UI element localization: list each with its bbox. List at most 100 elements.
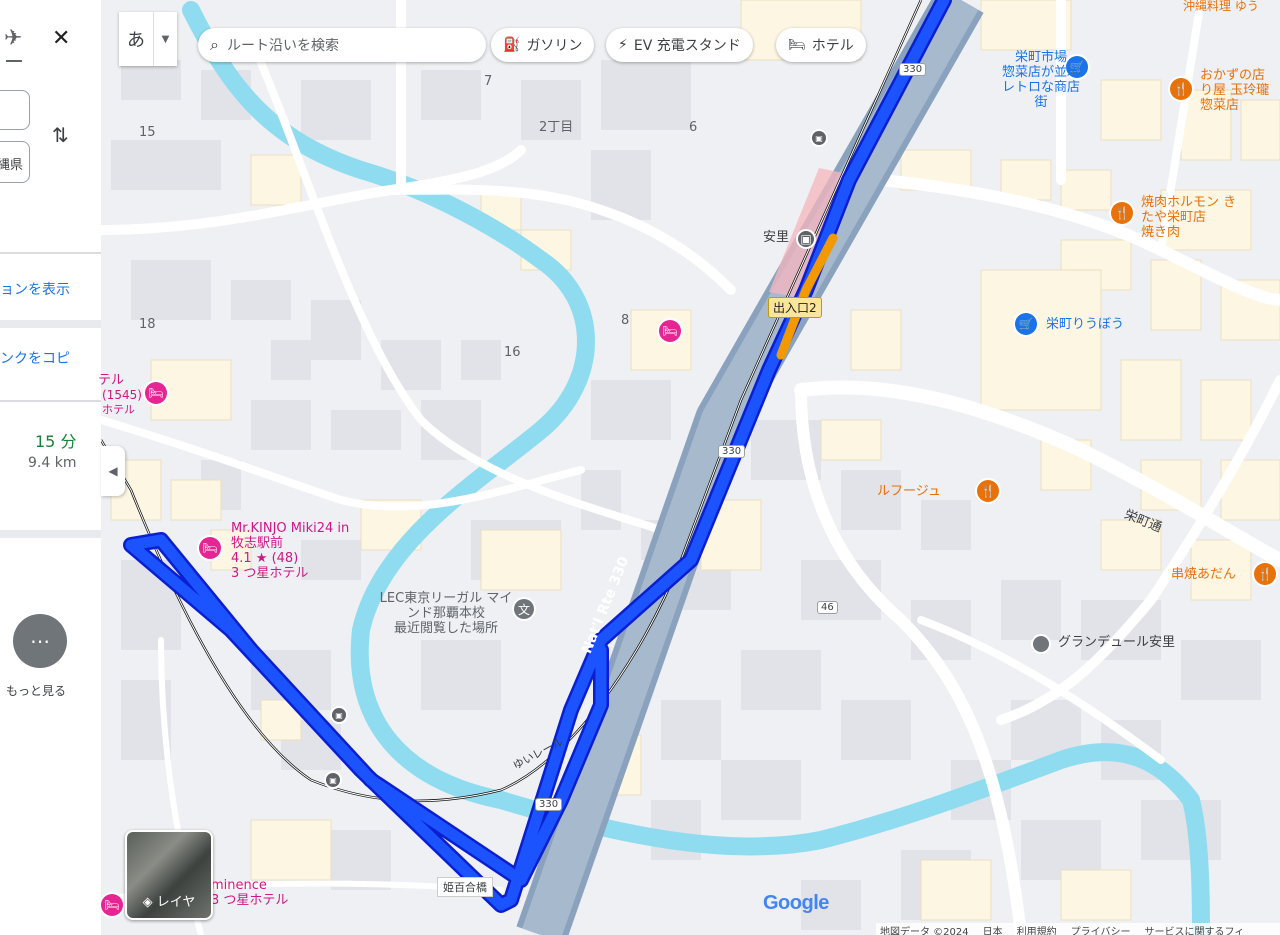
google-logo: Google (763, 892, 829, 914)
footer-country[interactable]: 日本 (983, 923, 1003, 935)
station-icon[interactable]: ▣ (798, 231, 814, 247)
poi-okazu-shop[interactable]: おかずの店 り屋 玉玲瓏 惣菜店 (1200, 68, 1280, 114)
chip-gas[interactable]: ⛽ ガソリン (491, 28, 595, 62)
route-shield: 46 (817, 601, 838, 614)
bed-icon: 🛏 (788, 37, 806, 53)
collapse-panel-button[interactable]: ◀ (101, 446, 125, 496)
route-duration: 15 分 (35, 432, 77, 451)
map-footer: 地図データ ©2024 日本 利用規約 プライバシー サービスに関するフィ (876, 923, 1280, 935)
directions-panel: ✈ ✕ 縄県 ⇅ ョンを表示 ンクをコピ 15 分 9.4 km ⋯ もっと見る (0, 0, 101, 935)
more-label[interactable]: もっと見る (6, 682, 66, 699)
poi-description: 焼き肉 (1141, 224, 1181, 240)
hotel-icon[interactable]: 🛏 (659, 320, 681, 342)
school-icon[interactable]: 文 (514, 599, 534, 619)
hotel-icon[interactable]: 🛏 (145, 382, 167, 404)
footer-terms-link[interactable]: 利用規約 (1017, 923, 1057, 935)
restaurant-icon[interactable]: 🍴 (1170, 78, 1192, 100)
restaurant-icon[interactable]: 🍴 (1111, 202, 1133, 224)
poi-sakaemachi-market[interactable]: 栄町市場 惣菜店が並ぶ レトロな商店街 (996, 50, 1086, 111)
show-directions-link[interactable]: ョンを表示 (0, 279, 70, 299)
shopping-icon[interactable]: 🛒 (1015, 313, 1037, 335)
poi-okinawa-ryori[interactable]: 沖縄料理 ゆう (1183, 0, 1259, 14)
restaurant-icon[interactable]: 🍴 (977, 480, 999, 502)
hotel-label-fragment[interactable]: ホテル (102, 403, 135, 417)
poi-name: 焼肉ホルモン きたや栄町店 (1141, 195, 1237, 225)
divider (0, 252, 101, 254)
hotel-label-fragment[interactable]: (1545) (102, 388, 142, 403)
poi-lec-naha[interactable]: LEC東京リーガル マインド那覇本校 最近閲覧した場所 (376, 591, 516, 637)
search-icon: ⌕ (210, 35, 219, 54)
chip-hotel[interactable]: 🛏 ホテル (776, 28, 866, 62)
block-number-label: 2丁目 (539, 120, 574, 135)
chevron-down-icon[interactable]: ▼ (154, 12, 177, 66)
mode-underline (6, 60, 22, 62)
block-number-label: 7 (484, 74, 493, 89)
map-canvas[interactable]: 7 2丁目 6 15 18 16 8 330 330 330 46 Nat'l … (101, 0, 1280, 935)
poi-sakaemachi-ryubo[interactable]: 栄町りうぼう (1046, 317, 1124, 333)
station-exit-label[interactable]: 出入口2 (768, 297, 822, 318)
swap-icon[interactable]: ⇅ (52, 123, 69, 147)
poi-name: おかずの店 り屋 玉玲瓏 (1200, 68, 1270, 98)
layer-toggle[interactable]: ◈ レイヤ (125, 830, 213, 920)
route-distance: 9.4 km (28, 455, 77, 471)
poi-name: LEC東京リーガル マインド那覇本校 (379, 591, 513, 621)
poi-mr-kinjo-hotel[interactable]: Mr.KINJO Miki24 in 牧志駅前 4.1 ★ (48) 3 つ星ホ… (231, 521, 351, 582)
divider (0, 320, 101, 328)
block-number-label: 6 (689, 120, 698, 135)
divider (0, 400, 101, 402)
chip-label: ガソリン (526, 38, 583, 54)
input-method-toggle[interactable]: あ ▼ (119, 12, 177, 66)
layer-label: ◈ レイヤ (142, 895, 196, 910)
gas-station-icon: ⛽ (503, 37, 521, 53)
chip-label: EV 充電スタンド (633, 38, 741, 54)
poi-category: 3 つ星ホテル (211, 892, 289, 908)
hotel-icon[interactable]: 🛏 (101, 894, 123, 916)
route-shield: 330 (899, 63, 927, 76)
block-number-label: 16 (504, 345, 521, 360)
poi-category: 3 つ星ホテル (231, 565, 309, 581)
ime-label: あ (119, 12, 154, 66)
poi-minence-hotel[interactable]: minence 3 つ星ホテル (211, 878, 289, 909)
route-shield: 330 (535, 798, 563, 811)
search-along-route[interactable]: ⌕ ルート沿いを検索 (198, 28, 486, 62)
chip-label: ホテル (811, 38, 854, 54)
poi-lefuge[interactable]: ルフージュ (877, 484, 941, 500)
block-number-label: 15 (139, 125, 156, 140)
hotel-label-fragment[interactable]: テル (98, 373, 124, 389)
bus-stop-icon[interactable]: ▣ (332, 708, 346, 722)
poi-kushiyaki-adan[interactable]: 串焼あだん (1171, 567, 1236, 583)
poi-description: 惣菜店 (1200, 97, 1240, 113)
poi-name: minence (211, 878, 267, 893)
airplane-icon[interactable]: ✈ (4, 26, 22, 51)
poi-description: 惣菜店が並ぶ レトロな商店街 (1001, 64, 1080, 110)
search-input[interactable]: ルート沿いを検索 (227, 35, 339, 55)
poi-grandeur-asato[interactable]: グランデュール安里 (1058, 635, 1175, 651)
poi-kitaya-yakiniku[interactable]: 焼肉ホルモン きたや栄町店 焼き肉 (1141, 195, 1241, 241)
close-icon[interactable]: ✕ (52, 26, 70, 51)
ev-charger-icon: ⚡ (618, 37, 628, 53)
layers-icon: ◈ (142, 895, 157, 910)
route-shield: 330 (718, 445, 746, 458)
map-graphics (101, 0, 1280, 935)
poi-name: 栄町市場 (1014, 50, 1067, 65)
copy-link-button[interactable]: ンクをコピ (0, 348, 70, 368)
destination-field[interactable]: 縄県 (0, 141, 30, 183)
poi-description: 最近閲覧した場所 (393, 620, 498, 636)
place-marker-icon[interactable] (1033, 636, 1049, 652)
chevron-left-icon: ◀ (108, 464, 118, 478)
bus-stop-icon[interactable]: ▣ (812, 131, 826, 145)
origin-field[interactable] (0, 90, 30, 130)
poi-rating: 4.1 ★ (48) (231, 550, 299, 566)
hotel-icon[interactable]: 🛏 (199, 537, 221, 559)
bus-stop-icon[interactable]: ▣ (326, 773, 340, 787)
divider (0, 530, 101, 538)
station-name-label: 安里 (763, 230, 790, 245)
more-icon[interactable]: ⋯ (13, 614, 67, 668)
restaurant-icon[interactable]: 🍴 (1254, 563, 1276, 585)
footer-privacy-link[interactable]: プライバシー (1071, 923, 1131, 935)
block-number-label: 8 (621, 313, 630, 328)
chip-ev-charging[interactable]: ⚡ EV 充電スタンド (606, 28, 753, 62)
poi-name: Mr.KINJO Miki24 in 牧志駅前 (231, 521, 350, 551)
bridge-label: 姫百合橋 (437, 877, 493, 897)
footer-feedback-link[interactable]: サービスに関するフィ (1144, 923, 1244, 935)
